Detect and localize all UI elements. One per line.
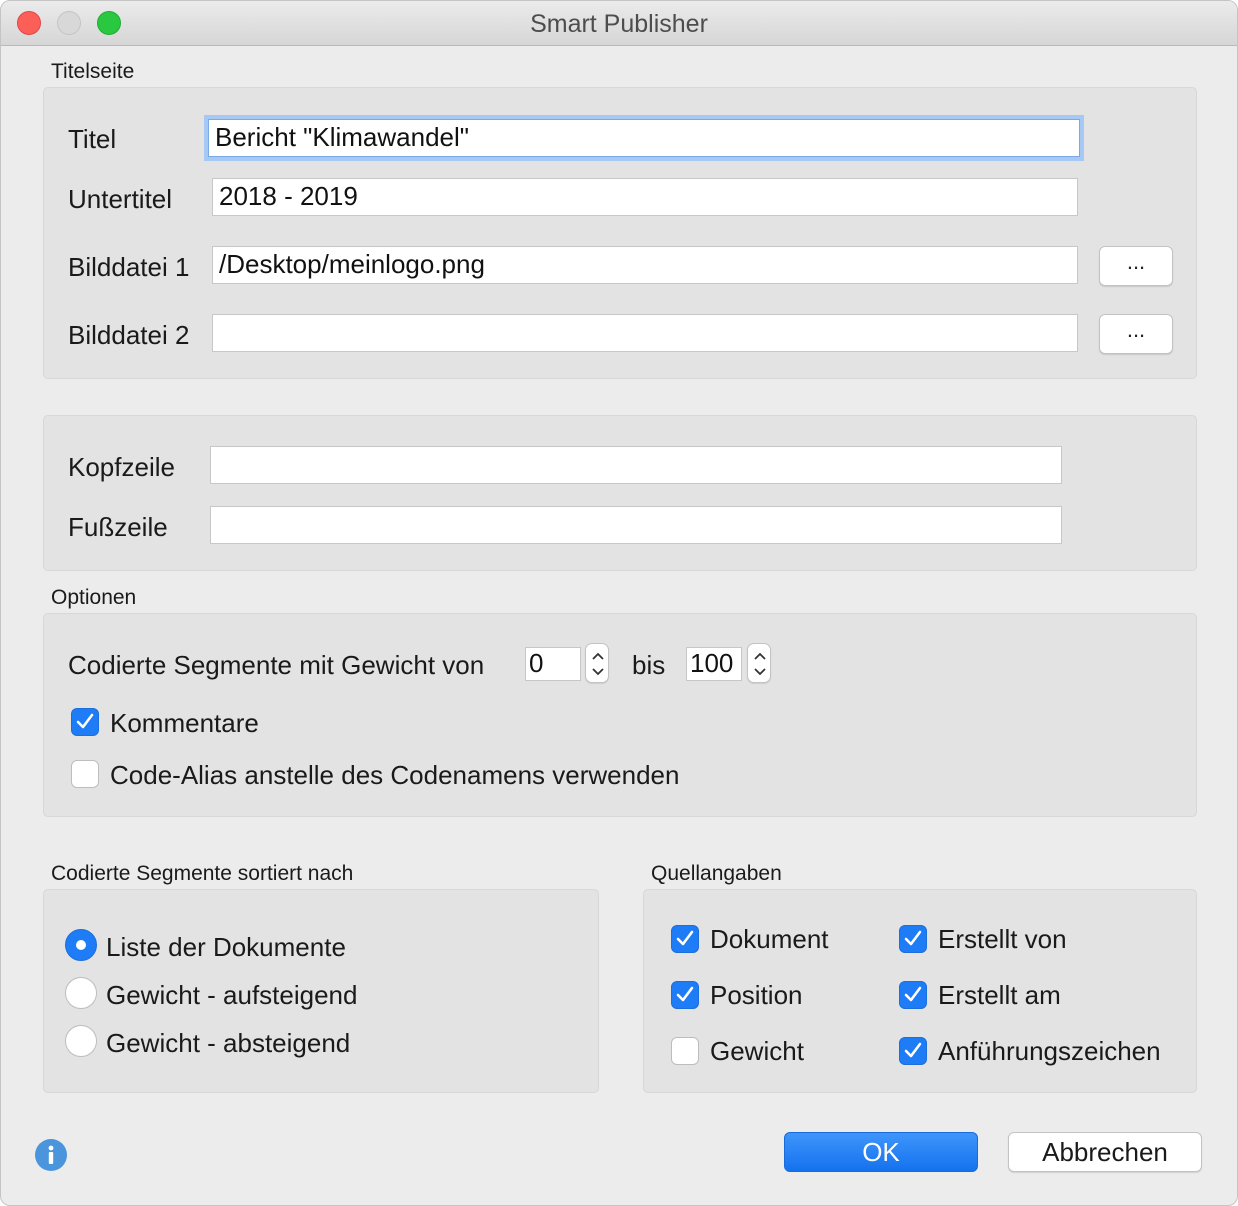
bis-label: bis <box>632 650 666 680</box>
checkmark-icon <box>904 1042 922 1058</box>
smart-publisher-dialog: Smart Publisher Titelseite Titel Bericht… <box>0 0 1238 1206</box>
erstellt-von-label: Erstellt von <box>938 924 1067 954</box>
code-alias-checkbox[interactable] <box>71 760 99 788</box>
checkmark-icon <box>676 930 694 946</box>
weight-from-input[interactable]: 0 <box>525 647 581 681</box>
bilddatei1-label: Bilddatei 1 <box>68 252 190 282</box>
untertitel-field[interactable]: 2018 - 2019 <box>212 178 1078 216</box>
bilddatei2-browse-button[interactable]: ... <box>1099 314 1173 354</box>
erstellt-am-checkbox[interactable] <box>899 981 927 1009</box>
sort-option-label: Gewicht - aufsteigend <box>106 980 358 1010</box>
quellangaben-panel: Dokument Erstellt von Position Erstellt … <box>643 889 1197 1093</box>
titel-label: Titel <box>68 124 117 154</box>
fusszeile-field[interactable] <box>210 506 1062 544</box>
titel-field[interactable]: Bericht "Klimawandel" <box>208 119 1080 157</box>
kopf-fusszeile-panel: Kopfzeile Fußzeile <box>43 415 1197 571</box>
title-bar[interactable]: Smart Publisher <box>1 1 1237 46</box>
kopfzeile-label: Kopfzeile <box>68 452 175 482</box>
weight-to-stepper[interactable] <box>747 643 771 683</box>
kommentare-checkbox[interactable] <box>71 708 99 736</box>
position-label: Position <box>710 980 803 1010</box>
weight-to-input[interactable]: 100 <box>686 647 742 681</box>
checkmark-icon <box>904 930 922 946</box>
position-checkbox[interactable] <box>671 981 699 1009</box>
bilddatei1-field[interactable]: /Desktop/meinlogo.png <box>212 246 1078 284</box>
sort-option-label: Liste der Dokumente <box>106 932 346 962</box>
stepper-arrows-icon <box>754 652 766 676</box>
sortierung-panel: Liste der Dokumente Gewicht - aufsteigen… <box>43 889 599 1093</box>
checkmark-icon <box>904 986 922 1002</box>
kopfzeile-field[interactable] <box>210 446 1062 484</box>
bilddatei2-field[interactable] <box>212 314 1078 352</box>
bilddatei2-label: Bilddatei 2 <box>68 320 190 350</box>
kommentare-label: Kommentare <box>110 708 259 738</box>
cancel-button[interactable]: Abbrechen <box>1008 1132 1202 1172</box>
dokument-label: Dokument <box>710 924 829 954</box>
weight-range-label: Codierte Segmente mit Gewicht von <box>68 650 485 680</box>
checkmark-icon <box>676 986 694 1002</box>
sort-option-label: Gewicht - absteigend <box>106 1028 351 1058</box>
checkmark-icon <box>76 713 94 729</box>
anfuehrungszeichen-checkbox[interactable] <box>899 1037 927 1065</box>
weight-from-stepper[interactable] <box>585 643 609 683</box>
bilddatei1-browse-button[interactable]: ... <box>1099 246 1173 286</box>
stepper-arrows-icon <box>592 652 604 676</box>
anfuehrungszeichen-label: Anführungszeichen <box>938 1036 1161 1066</box>
titelseite-section-label: Titelseite <box>51 60 135 83</box>
info-glyph-icon <box>48 1145 54 1164</box>
dokument-checkbox[interactable] <box>671 925 699 953</box>
fusszeile-label: Fußzeile <box>68 512 168 542</box>
erstellt-am-label: Erstellt am <box>938 980 1061 1010</box>
radio-liste-der-dokumente[interactable] <box>65 929 97 961</box>
optionen-section-label: Optionen <box>51 586 137 609</box>
erstellt-von-checkbox[interactable] <box>899 925 927 953</box>
gewicht-checkbox[interactable] <box>671 1037 699 1065</box>
code-alias-label: Code-Alias anstelle des Codenamens verwe… <box>110 760 680 790</box>
titelseite-panel: Titel Bericht "Klimawandel" Untertitel 2… <box>43 87 1197 379</box>
gewicht-label: Gewicht <box>710 1036 804 1066</box>
radio-gewicht-absteigend[interactable] <box>65 1025 97 1057</box>
info-icon[interactable] <box>35 1139 67 1171</box>
radio-gewicht-aufsteigend[interactable] <box>65 977 97 1009</box>
window-title: Smart Publisher <box>530 10 708 38</box>
quellangaben-section-label: Quellangaben <box>651 862 782 885</box>
untertitel-label: Untertitel <box>68 184 173 214</box>
optionen-panel: Codierte Segmente mit Gewicht von 0 bis … <box>43 613 1197 817</box>
sortierung-section-label: Codierte Segmente sortiert nach <box>51 862 354 885</box>
ok-button[interactable]: OK <box>784 1132 978 1172</box>
